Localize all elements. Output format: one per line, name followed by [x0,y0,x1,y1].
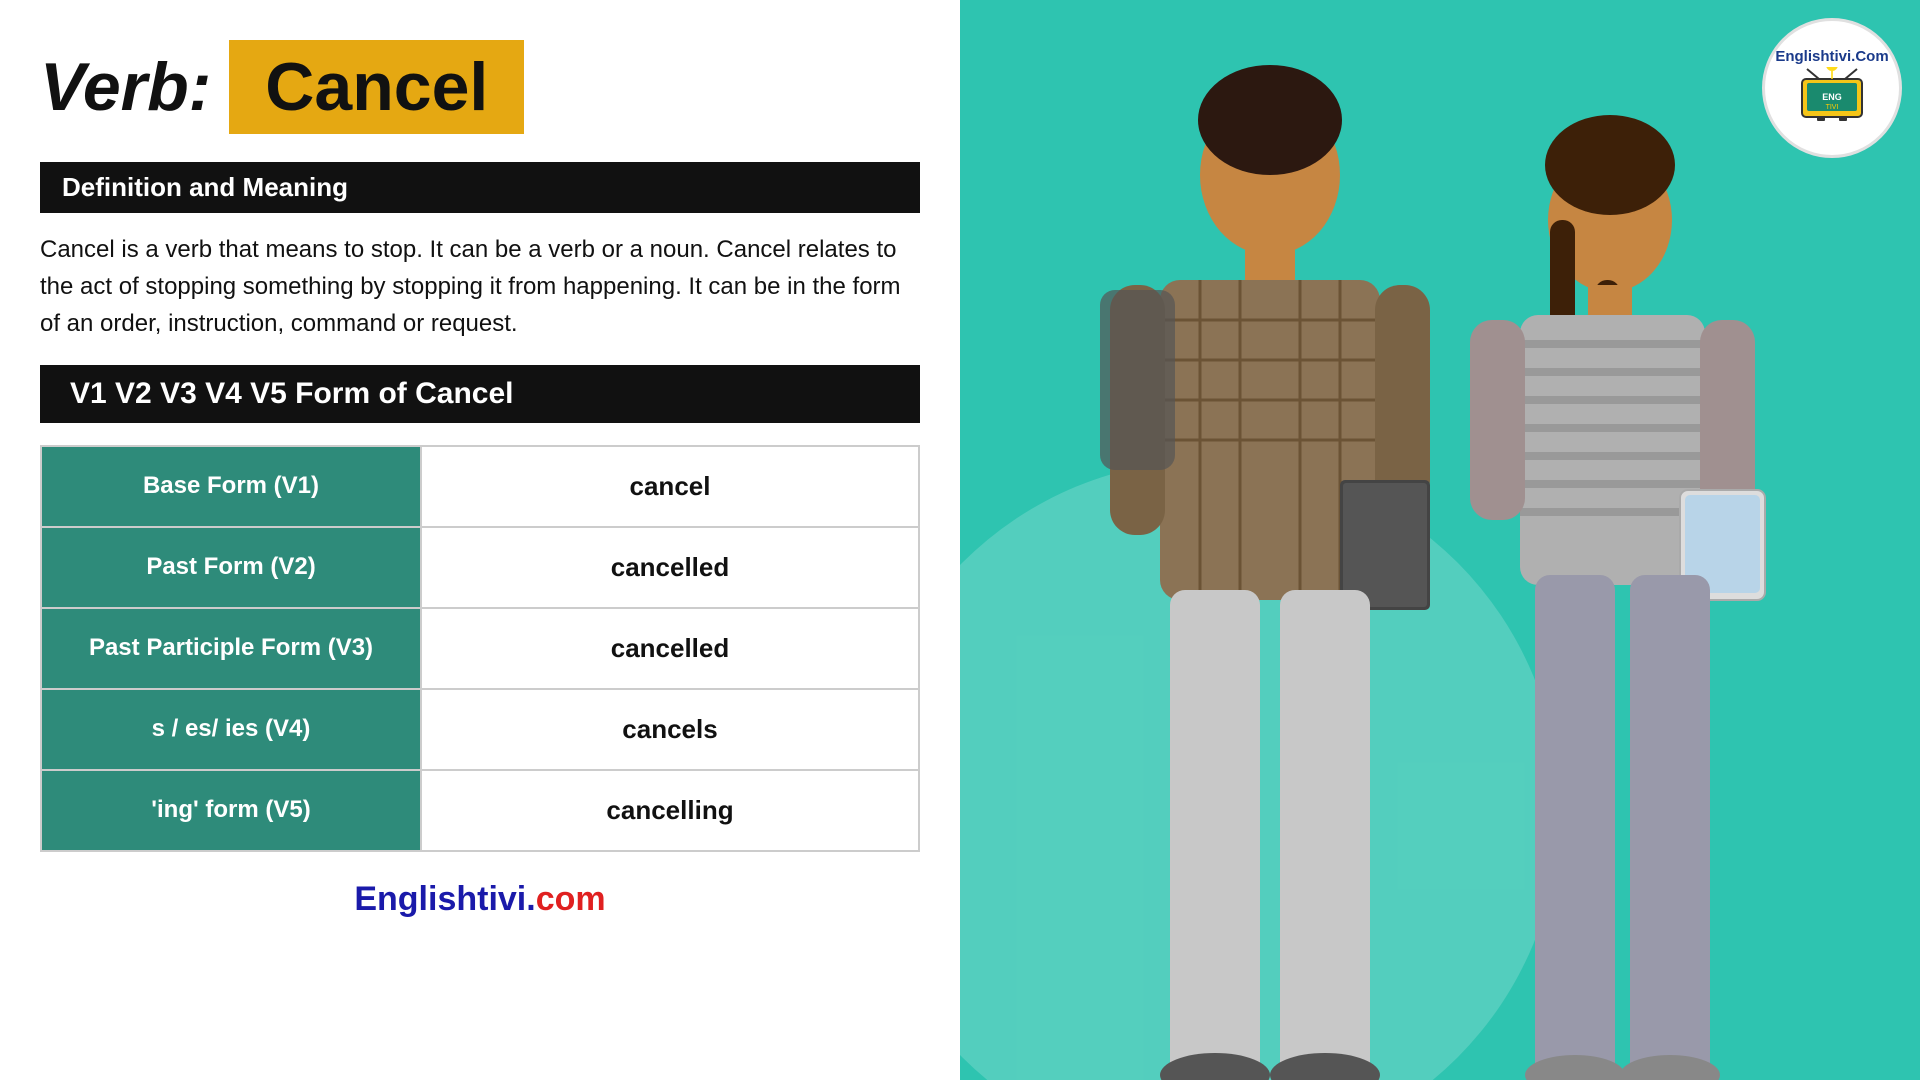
logo-site-name: Englishtivi.Com [1775,49,1888,66]
title-row: Verb: Cancel [40,40,920,134]
brand-red-text: com [536,880,606,918]
form-label: Past Participle Form (V3) [41,608,421,689]
verb-word-box: Cancel [229,40,524,134]
svg-text:ENG: ENG [1822,92,1842,102]
footer-brand: Englishtivi.com [40,880,920,919]
table-row: Base Form (V1)cancel [41,446,919,527]
verb-word: Cancel [265,49,488,125]
definition-heading: Definition and Meaning [62,172,348,202]
form-value: cancels [421,689,919,770]
brand-dark-text: Englishtivi [354,880,526,918]
svg-text:TIVI: TIVI [1826,104,1839,111]
form-label: 'ing' form (V5) [41,770,421,851]
table-row: Past Participle Form (V3)cancelled [41,608,919,689]
left-panel: Verb: Cancel Definition and Meaning Canc… [0,0,960,1080]
students-illustration [960,0,1920,1080]
verb-prefix-label: Verb: [40,48,211,126]
v-form-heading: V1 V2 V3 V4 V5 Form of Cancel [70,377,514,410]
form-label: s / es/ ies (V4) [41,689,421,770]
table-row: s / es/ ies (V4)cancels [41,689,919,770]
table-row: 'ing' form (V5)cancelling [41,770,919,851]
form-label: Base Form (V1) [41,446,421,527]
definition-text: Cancel is a verb that means to stop. It … [40,231,920,343]
table-row: Past Form (V2)cancelled [41,527,919,608]
v-form-heading-box: V1 V2 V3 V4 V5 Form of Cancel [40,365,920,423]
form-value: cancelled [421,608,919,689]
form-value: cancelled [421,527,919,608]
right-panel: Englishtivi.Com ENG TIVI [960,0,1920,1080]
definition-heading-box: Definition and Meaning [40,162,920,213]
verb-forms-table: Base Form (V1)cancelPast Form (V2)cancel… [40,445,920,852]
form-label: Past Form (V2) [41,527,421,608]
logo-circle: Englishtivi.Com ENG TIVI [1762,18,1902,158]
brand-dot: . [526,880,535,918]
tv-icon: ENG TIVI [1797,67,1867,122]
form-value: cancel [421,446,919,527]
form-value: cancelling [421,770,919,851]
